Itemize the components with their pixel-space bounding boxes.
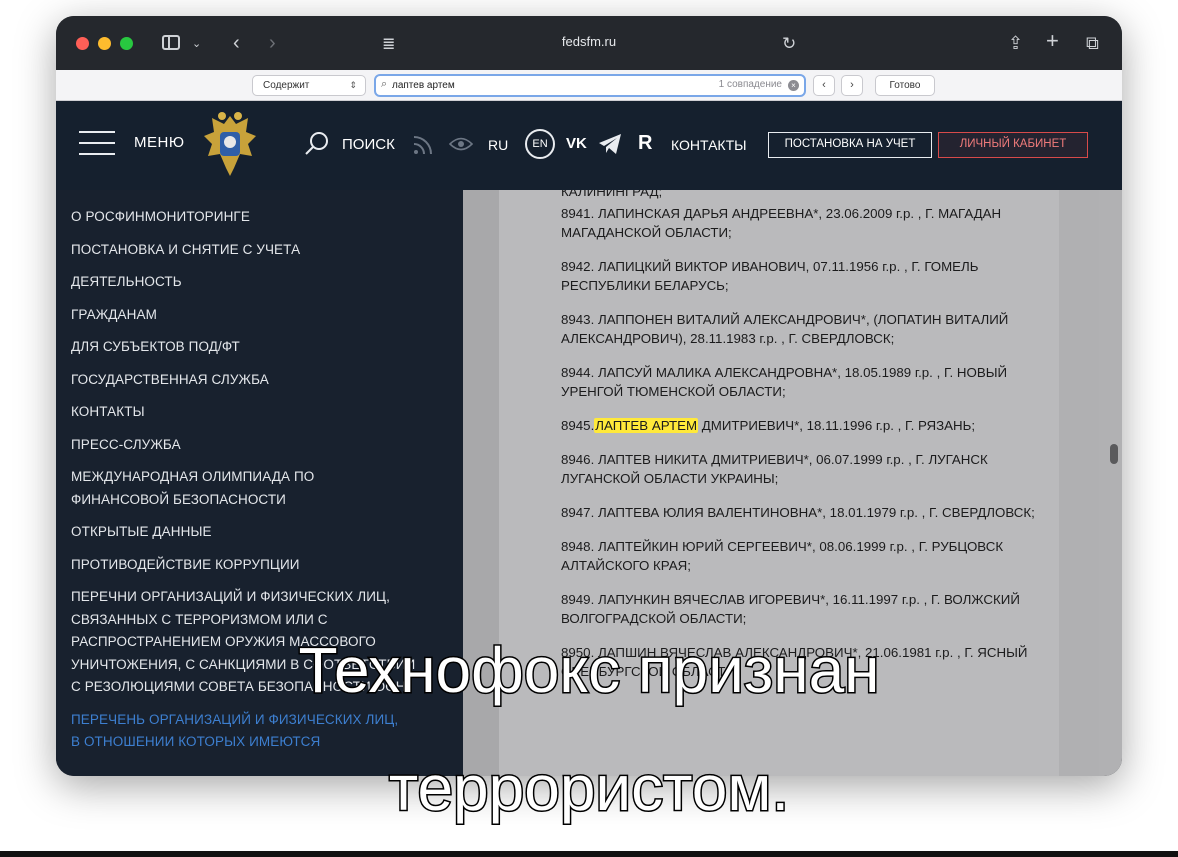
browser-titlebar: ⌄ ‹ › ≣ fedsfm.ru ↻ ⇪ + ⧉: [56, 16, 1122, 70]
vk-icon[interactable]: VK: [566, 135, 587, 152]
address-bar-url[interactable]: fedsfm.ru: [56, 34, 1122, 49]
scrollbar-thumb[interactable]: [1110, 444, 1118, 464]
entry-text: 8946. ЛАПТЕВ НИКИТА ДМИТРИЕВИЧ*, 06.07.1…: [561, 452, 988, 486]
entry-text: 8943. ЛАППОНЕН ВИТАЛИЙ АЛЕКСАНДРОВИЧ*, (…: [561, 312, 1009, 346]
bottom-bar: [0, 851, 1178, 857]
list-item: 8949. ЛАПУНКИН ВЯЧЕСЛАВ ИГОРЕВИЧ*, 16.11…: [561, 590, 1051, 628]
list-item: 8947. ЛАПТЕВА ЮЛИЯ ВАЛЕНТИНОВНА*, 18.01.…: [561, 503, 1051, 522]
sidebar-item-civil-service[interactable]: ГОСУДАРСТВЕННАЯ СЛУЖБА: [71, 369, 463, 392]
entry-text: 8942. ЛАПИЦКИЙ ВИКТОР ИВАНОВИЧ, 07.11.19…: [561, 259, 979, 293]
telegram-icon[interactable]: [598, 133, 622, 155]
find-field[interactable]: ⌕ 1 совпадение ×: [374, 74, 806, 97]
site-header: МЕНЮ ПОИСК RU EN VK R КОНТАКТЫ ПОСТАНОВК…: [56, 101, 1122, 190]
sidebar-item-open-data[interactable]: ОТКРЫТЫЕ ДАННЫЕ: [71, 521, 463, 544]
sidebar-item-contacts[interactable]: КОНТАКТЫ: [71, 401, 463, 424]
list-item: 8943. ЛАППОНЕН ВИТАЛИЙ АЛЕКСАНДРОВИЧ*, (…: [561, 310, 1051, 348]
list-item: 8942. ЛАПИЦКИЙ ВИКТОР ИВАНОВИЧ, 07.11.19…: [561, 257, 1051, 295]
search-label[interactable]: ПОИСК: [342, 136, 395, 153]
sidebar-item-about[interactable]: О РОСФИНМОНИТОРИНГЕ: [71, 206, 463, 229]
find-input[interactable]: [392, 77, 672, 94]
sidebar-item-citizens[interactable]: ГРАЖДАНАМ: [71, 304, 463, 327]
find-next-button[interactable]: ›: [841, 75, 863, 96]
search-icon[interactable]: [304, 131, 330, 157]
lang-ru-link[interactable]: RU: [488, 137, 508, 153]
sidebar-item-registration[interactable]: ПОСТАНОВКА И СНЯТИЕ С УЧЕТА: [71, 239, 463, 262]
find-previous-button[interactable]: ‹: [813, 75, 835, 96]
search-highlight: ЛАПТЕВ АРТЕМ: [594, 418, 699, 433]
sidebar-item-subjects[interactable]: ДЛЯ СУБЪЕКТОВ ПОД/ФТ: [71, 336, 463, 359]
entry-text: 8947. ЛАПТЕВА ЮЛИЯ ВАЛЕНТИНОВНА*, 18.01.…: [561, 505, 1035, 520]
plus-icon[interactable]: +: [1046, 28, 1059, 54]
rss-icon[interactable]: [412, 132, 436, 156]
subtitle-line-2: террористом.: [387, 751, 790, 826]
entry-text: 8941. ЛАПИНСКАЯ ДАРЬЯ АНДРЕЕВНА*, 23.06.…: [561, 206, 1002, 240]
personal-cabinet-button[interactable]: ЛИЧНЫЙ КАБИНЕТ: [938, 132, 1088, 158]
find-bar: Содержит ⇕ ⌕ 1 совпадение × ‹ › Готово: [56, 70, 1122, 101]
reload-icon[interactable]: ↻: [782, 31, 796, 57]
subtitle-line-1: Технофокс признан: [297, 633, 881, 708]
sidebar-item-activity[interactable]: ДЕЯТЕЛЬНОСТЬ: [71, 271, 463, 294]
rutube-icon[interactable]: R: [638, 132, 652, 155]
entry-text: 8944. ЛАПСУЙ МАЛИКА АЛЕКСАНДРОВНА*, 18.0…: [561, 365, 1008, 399]
register-button[interactable]: ПОСТАНОВКА НА УЧЕТ: [768, 132, 932, 158]
sidebar-item-active-list[interactable]: ПЕРЕЧЕНЬ ОРГАНИЗАЦИЙ И ФИЗИЧЕСКИХ ЛИЦ, В…: [71, 709, 411, 754]
clear-icon[interactable]: ×: [788, 80, 799, 91]
share-icon[interactable]: ⇪: [1008, 30, 1023, 56]
sidebar-item-press[interactable]: ПРЕСС-СЛУЖБА: [71, 434, 463, 457]
entry-list: 8941. ЛАПИНСКАЯ ДАРЬЯ АНДРЕЕВНА*, 23.06.…: [561, 204, 1051, 696]
entry-text: 8949. ЛАПУНКИН ВЯЧЕСЛАВ ИГОРЕВИЧ*, 16.11…: [561, 592, 1020, 626]
emblem-logo[interactable]: [198, 110, 262, 180]
entry-text: ДМИТРИЕВИЧ*, 18.11.1996 г.р. , Г. РЯЗАНЬ…: [698, 418, 976, 433]
find-scope-select[interactable]: Содержит ⇕: [252, 75, 366, 96]
find-done-button[interactable]: Готово: [875, 75, 935, 96]
hamburger-icon[interactable]: [79, 131, 115, 155]
sidebar-item-olympiad[interactable]: МЕЖДУНАРОДНАЯ ОЛИМПИАДА ПО ФИНАНСОВОЙ БЕ…: [71, 466, 371, 511]
previous-entry-fragment: КАЛИНИНГРАД;: [561, 190, 663, 199]
entry-number: 8945.: [561, 418, 595, 433]
sidebar-item-anticorruption[interactable]: ПРОТИВОДЕЙСТВИЕ КОРРУПЦИИ: [71, 554, 463, 577]
match-count: 1 совпадение: [718, 79, 782, 90]
list-item: 8941. ЛАПИНСКАЯ ДАРЬЯ АНДРЕЕВНА*, 23.06.…: [561, 204, 1051, 242]
contacts-link[interactable]: КОНТАКТЫ: [671, 137, 747, 153]
menu-label[interactable]: МЕНЮ: [134, 134, 185, 151]
updown-chevron-icon: ⇕: [349, 80, 357, 90]
list-item-highlighted: 8945.ЛАПТЕВ АРТЕМ ДМИТРИЕВИЧ*, 18.11.199…: [561, 416, 1051, 435]
list-item: 8946. ЛАПТЕВ НИКИТА ДМИТРИЕВИЧ*, 06.07.1…: [561, 450, 1051, 488]
list-item: 8944. ЛАПСУЙ МАЛИКА АЛЕКСАНДРОВНА*, 18.0…: [561, 363, 1051, 401]
list-item: 8948. ЛАПТЕЙКИН ЮРИЙ СЕРГЕЕВИЧ*, 08.06.1…: [561, 537, 1051, 575]
eye-icon[interactable]: [449, 135, 473, 153]
find-scope-label: Содержит: [263, 80, 310, 91]
search-icon: ⌕: [381, 78, 388, 90]
lang-en-link[interactable]: EN: [525, 129, 555, 159]
entry-text: 8948. ЛАПТЕЙКИН ЮРИЙ СЕРГЕЕВИЧ*, 08.06.1…: [561, 539, 1004, 573]
tabs-icon[interactable]: ⧉: [1086, 30, 1099, 56]
